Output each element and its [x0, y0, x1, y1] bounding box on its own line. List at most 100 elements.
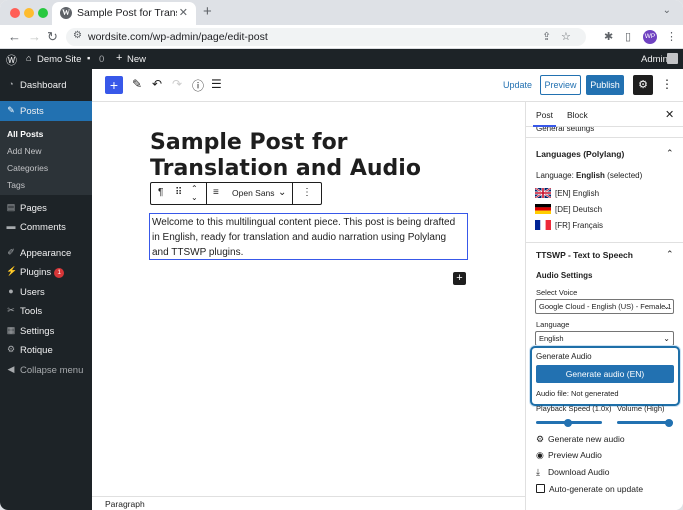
submenu-add-new[interactable]: Add New	[7, 146, 42, 156]
sidebar-item-tools[interactable]: ✂ Tools	[0, 301, 92, 321]
font-dropdown-icon[interactable]: ⌄	[278, 187, 286, 198]
profile-avatar[interactable]: WP	[643, 30, 657, 44]
tools-pencil-icon[interactable]: ✎	[132, 77, 142, 91]
user-name[interactable]: Admin	[641, 54, 668, 65]
wordpress-favicon-icon: W	[60, 7, 72, 19]
site-name-link[interactable]: Demo Site	[37, 54, 81, 65]
wp-admin-bar: Ⓦ ⌂ Demo Site ▪ 0 + New Admin	[0, 49, 683, 69]
move-up-down-icon[interactable]: ⌃ ⌄	[191, 184, 198, 202]
volume-handle[interactable]	[665, 419, 673, 427]
tab-bar: W Sample Post for Translation a ✕ + ⌄	[0, 0, 683, 25]
block-inserter-button[interactable]: +	[105, 76, 123, 94]
redo-icon[interactable]: ↷	[172, 77, 182, 91]
collapse-chevron-icon[interactable]: ⌃	[666, 148, 674, 159]
dashboard-icon: ◔	[8, 79, 14, 89]
post-title[interactable]: Sample Post for Translation and Audio	[150, 130, 490, 182]
site-info-icon[interactable]: ⚙	[73, 30, 82, 41]
address-bar-row: ← → ↻ ⚙ wordsite.com/wp-admin/page/edit-…	[0, 25, 683, 49]
home-icon: ⌂	[26, 53, 32, 63]
ttswp-heading[interactable]: TTSWP - Text to Speech	[536, 250, 633, 260]
voice-select[interactable]: Google Cloud - English (US) - Female 1 ⌄	[535, 299, 674, 314]
sidebar-item-pages[interactable]: ▤ Pages	[0, 198, 92, 218]
drag-handle-icon[interactable]: ⠿	[175, 187, 182, 198]
options-menu-icon[interactable]: ⋮	[661, 77, 673, 91]
side-panel-icon[interactable]: ▯	[625, 30, 631, 43]
paragraph-block[interactable]: Welcome to this multilingual content pie…	[149, 213, 468, 260]
new-plus-icon[interactable]: +	[116, 52, 122, 64]
tab-search-icon[interactable]: ⌄	[663, 5, 671, 16]
sidebar-item-posts[interactable]: ✎ Posts	[0, 101, 92, 121]
tab-post[interactable]: Post	[532, 110, 557, 127]
user-avatar[interactable]	[667, 53, 678, 64]
auto-generate-checkbox[interactable]	[536, 484, 545, 493]
minimize-window-button[interactable]	[24, 8, 34, 18]
font-family-select[interactable]: Open Sans	[232, 188, 275, 198]
chevron-down-icon: ⌄	[663, 302, 670, 311]
align-icon[interactable]: ≡	[213, 187, 219, 198]
sidebar-item-settings[interactable]: ▦ Settings	[0, 321, 92, 341]
playback-speed-handle[interactable]	[564, 419, 572, 427]
sidebar-collapse-menu[interactable]: ◀ Collapse menu	[0, 360, 92, 380]
editor-footer: Paragraph	[92, 496, 525, 510]
sidebar-item-rotique[interactable]: ⚙ Rotique	[0, 340, 92, 360]
preview-audio-action[interactable]: ◉ Preview Audio	[536, 450, 602, 461]
share-icon[interactable]: ⇪	[542, 30, 551, 43]
block-breadcrumb[interactable]: Paragraph	[105, 499, 145, 509]
settings-sidebar: General settings Post Block ✕ Languages …	[525, 102, 683, 510]
admin-sidebar: ◔ Dashboard ✎ Posts All Posts Add New Cate…	[0, 69, 92, 510]
chevron-down-icon: ⌄	[663, 334, 670, 343]
add-block-icon[interactable]: +	[453, 272, 466, 285]
collapse-chevron-icon[interactable]: ⌃	[666, 249, 674, 260]
reload-icon[interactable]: ↻	[47, 29, 58, 45]
tab-close-icon[interactable]: ✕	[179, 6, 188, 19]
browser-tab[interactable]: W Sample Post for Translation a ✕	[52, 2, 196, 25]
undo-icon[interactable]: ↶	[152, 77, 162, 91]
sidebar-item-appearance[interactable]: ✐ Appearance	[0, 243, 92, 263]
sidebar-item-dashboard[interactable]: ◔ Dashboard	[0, 75, 92, 95]
back-icon[interactable]: ←	[8, 29, 21, 44]
publish-button[interactable]: Publish	[586, 75, 624, 95]
submenu-categories[interactable]: Categories	[7, 163, 48, 173]
maximize-window-button[interactable]	[38, 8, 48, 18]
submenu-tags[interactable]: Tags	[7, 180, 25, 190]
bookmark-star-icon[interactable]: ☆	[561, 30, 571, 43]
comments-icon: ▬	[6, 221, 16, 231]
tab-block[interactable]: Block	[567, 110, 588, 120]
paragraph-icon[interactable]: ¶	[158, 187, 163, 198]
forward-icon[interactable]: →	[28, 29, 41, 44]
language-option-fr[interactable]: [FR] Français	[555, 221, 603, 230]
language-select[interactable]: English ⌄	[535, 331, 674, 346]
download-icon: ⤓	[536, 467, 540, 477]
sidebar-item-comments[interactable]: ▬ Comments	[0, 217, 92, 237]
details-info-icon[interactable]: ⓘ	[192, 77, 204, 94]
language-option-en[interactable]: [EN] English	[555, 189, 599, 198]
generate-new-audio-action[interactable]: ⚙ Generate new audio	[536, 434, 625, 445]
new-tab-icon[interactable]: +	[203, 3, 212, 20]
preview-button[interactable]: Preview	[540, 75, 581, 95]
block-options-icon[interactable]: ⋮	[302, 187, 312, 198]
settings-toggle-icon[interactable]: ⚙	[633, 75, 653, 95]
browser-menu-icon[interactable]: ⋮	[666, 30, 677, 43]
sidebar-item-plugins[interactable]: ⚡ Plugins 1	[0, 262, 92, 282]
download-audio-action[interactable]: ⤓ Download Audio	[536, 467, 609, 478]
list-view-icon[interactable]: ☰	[211, 77, 222, 91]
wordpress-logo-icon[interactable]: Ⓦ	[6, 52, 17, 68]
language-select-label: Language	[536, 320, 570, 329]
users-icon: ●	[8, 286, 14, 296]
language-option-de[interactable]: [DE] Deutsch	[555, 205, 602, 214]
extensions-icon[interactable]: ✱	[604, 30, 613, 43]
generate-audio-button[interactable]: Generate audio (EN)	[536, 365, 674, 383]
new-content-link[interactable]: New	[127, 54, 146, 65]
sidebar-item-users[interactable]: ● Users	[0, 282, 92, 302]
close-panel-icon[interactable]: ✕	[665, 108, 674, 121]
comment-icon[interactable]: ▪	[87, 53, 90, 64]
url-field[interactable]: ⚙ wordsite.com/wp-admin/page/edit-post ☆…	[66, 28, 586, 46]
browser-window: W Sample Post for Translation a ✕ + ⌄ ← …	[0, 0, 683, 510]
tab-title: Sample Post for Translation a	[77, 7, 177, 19]
update-button[interactable]: Update	[503, 80, 532, 90]
current-language: Language: English (selected)	[536, 171, 643, 180]
collapse-icon: ◀	[7, 364, 15, 374]
close-window-button[interactable]	[10, 8, 20, 18]
languages-heading[interactable]: Languages (Polylang)	[536, 149, 624, 159]
submenu-all-posts[interactable]: All Posts	[7, 129, 43, 139]
